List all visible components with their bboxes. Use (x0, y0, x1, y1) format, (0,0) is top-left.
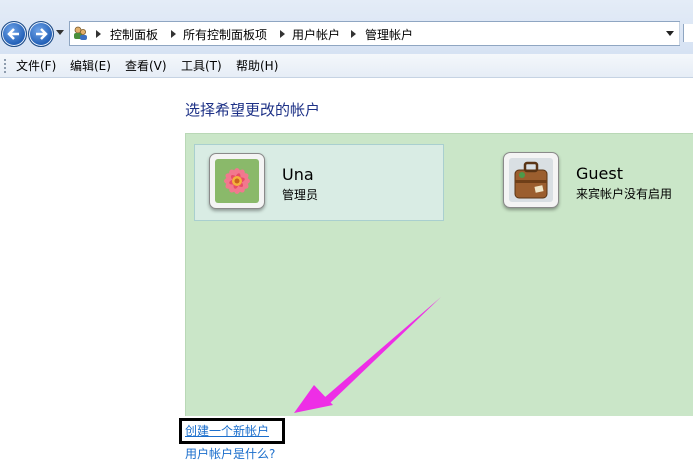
what-is-user-account-link[interactable]: 用户帐户是什么? (185, 445, 275, 462)
account-name: Una (282, 165, 314, 184)
page-title: 选择希望更改的帐户 (185, 101, 321, 119)
back-arrow-icon (7, 28, 19, 40)
breadcrumb-separator-icon[interactable] (171, 30, 176, 38)
breadcrumb-separator-icon[interactable] (280, 30, 285, 38)
create-account-link[interactable]: 创建一个新帐户 (179, 418, 285, 444)
breadcrumb-separator-icon[interactable] (351, 30, 356, 38)
menu-view[interactable]: 查看(V) (125, 57, 167, 74)
breadcrumb-manage-accounts[interactable]: 管理帐户 (365, 26, 413, 43)
menu-bar: 文件(F) 编辑(E) 查看(V) 工具(T) 帮助(H) (0, 54, 693, 78)
breadcrumb-all-items[interactable]: 所有控制面板项 (183, 26, 267, 43)
account-type: 来宾帐户没有启用 (576, 187, 673, 201)
menu-edit[interactable]: 编辑(E) (70, 57, 111, 74)
forward-button[interactable] (28, 21, 54, 47)
menu-grip-icon (4, 59, 6, 73)
recent-pages-dropdown-icon[interactable] (56, 30, 64, 35)
breadcrumb-separator-icon[interactable] (96, 30, 101, 38)
account-name: Guest (576, 164, 623, 183)
address-divider (679, 22, 680, 45)
menu-tools[interactable]: 工具(T) (181, 57, 222, 74)
account-tile-una[interactable]: Una 管理员 (194, 144, 444, 221)
flower-avatar-icon (209, 153, 265, 209)
address-history-dropdown-icon[interactable] (666, 31, 674, 36)
forward-arrow-icon (36, 28, 48, 40)
account-tile-guest[interactable]: Guest 来宾帐户没有启用 (489, 144, 693, 219)
account-type: 管理员 (282, 188, 319, 202)
menu-file[interactable]: 文件(F) (16, 57, 56, 74)
refresh-button[interactable] (683, 24, 693, 42)
menu-help[interactable]: 帮助(H) (236, 57, 278, 74)
breadcrumb-control-panel[interactable]: 控制面板 (110, 26, 158, 43)
back-button[interactable] (1, 21, 27, 47)
address-toolbar: 控制面板 所有控制面板项 用户帐户 管理帐户 (0, 0, 693, 55)
create-account-link-text[interactable]: 创建一个新帐户 (185, 422, 269, 439)
address-field[interactable]: 控制面板 所有控制面板项 用户帐户 管理帐户 (69, 21, 680, 46)
breadcrumb-user-accounts[interactable]: 用户帐户 (292, 26, 340, 43)
user-accounts-icon (74, 26, 87, 40)
suitcase-avatar-icon (503, 152, 559, 208)
